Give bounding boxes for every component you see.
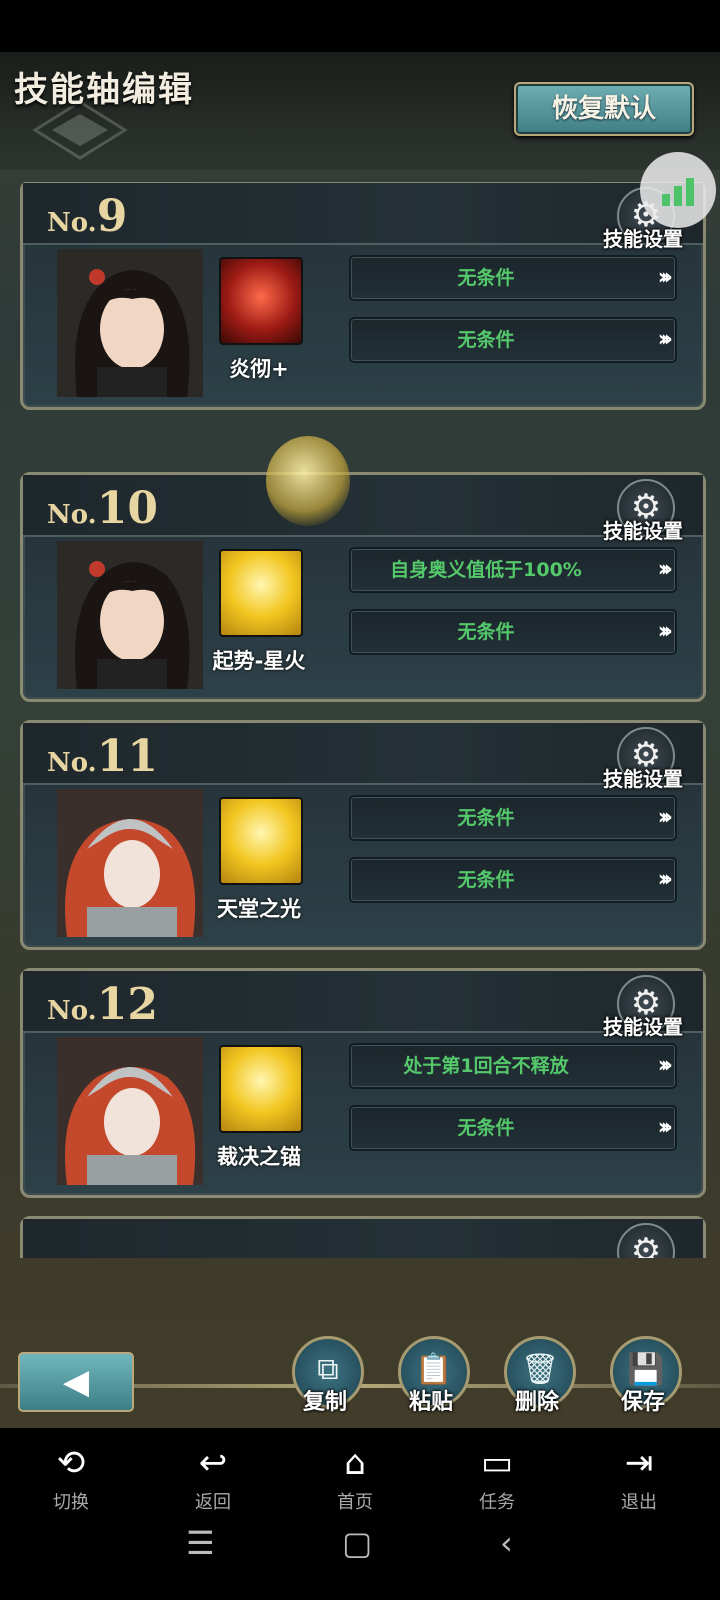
exit-button[interactable]: ⇥ 退出 bbox=[594, 1442, 684, 1514]
exit-icon: ⇥ bbox=[624, 1443, 654, 1483]
card-number: No.10 bbox=[47, 483, 158, 534]
skill-name: 炎彻+ bbox=[229, 357, 289, 381]
home-icon: ⌂ bbox=[344, 1443, 366, 1483]
top-bar: 技能轴编辑 恢复默认 bbox=[0, 52, 720, 170]
condition-row[interactable]: 无条件 ››› bbox=[349, 1105, 677, 1151]
save-button[interactable]: 保存 bbox=[603, 1384, 683, 1416]
skill-name: 天堂之光 bbox=[217, 897, 301, 921]
switch-button[interactable]: ⟲ 切换 bbox=[26, 1442, 116, 1514]
card-number: No.11 bbox=[47, 731, 158, 782]
skill-settings-button[interactable]: 技能设置 bbox=[603, 1011, 683, 1040]
card-header: No.11 ⚙ 技能设置 bbox=[23, 723, 703, 791]
character-portrait bbox=[57, 789, 203, 937]
skill-card: No.11 ⚙ 技能设置 天堂之光 无条件 ››› 无条件 ››› bbox=[20, 720, 706, 950]
card-header: No.9 ⚙ 技能设置 bbox=[23, 183, 703, 251]
tasks-button[interactable]: ▭ 任务 bbox=[452, 1442, 542, 1514]
condition-row[interactable]: 无条件 ››› bbox=[349, 317, 677, 363]
condition-row[interactable]: 无条件 ››› bbox=[349, 857, 677, 903]
back-chevron-icon[interactable]: ‹ bbox=[500, 1524, 513, 1562]
card-number: No.12 bbox=[47, 979, 158, 1030]
chevrons-right-icon: ››› bbox=[657, 619, 673, 644]
skill-card: No.12 ⚙ 技能设置 裁决之锚 处于第1回合不释放 ››› 无条件 ››› bbox=[20, 968, 706, 1198]
condition-row[interactable]: 无条件 ››› bbox=[349, 255, 677, 301]
chevrons-right-icon: ››› bbox=[657, 805, 673, 830]
skill-card: No.10 ⚙ 技能设置 起势-星火 自身奥义值低于100% ››› 无条件 ››› bbox=[20, 472, 706, 702]
skill-name: 起势-星火 bbox=[212, 649, 306, 673]
system-nav-bar: ⟲ 切换 ↩ 返回 ⌂ 首页 ▭ 任务 ⇥ 退出 ☰ ▢ ‹ bbox=[0, 1428, 720, 1600]
menu-icon[interactable]: ☰ bbox=[186, 1524, 215, 1562]
reset-default-button[interactable]: 恢复默认 bbox=[514, 82, 694, 136]
skill-settings-button[interactable]: 技能设置 bbox=[603, 763, 683, 792]
card-header: No.12 ⚙ 技能设置 bbox=[23, 971, 703, 1039]
golden-warrior-skill-icon[interactable] bbox=[219, 549, 303, 637]
tasks-icon: ▭ bbox=[480, 1443, 514, 1483]
game-screen: 技能轴编辑 恢复默认 No.9 ⚙ 技能设置 炎彻+ 无条件 ››› 无条件 ››› bbox=[0, 52, 720, 1428]
golden-warrior-skill-icon[interactable] bbox=[219, 1045, 303, 1133]
character-portrait bbox=[57, 541, 203, 689]
golden-warrior-skill-icon[interactable] bbox=[219, 797, 303, 885]
condition-row[interactable]: 无条件 ››› bbox=[349, 609, 677, 655]
back-arrow-button[interactable]: ◀ bbox=[18, 1352, 134, 1412]
chevrons-right-icon: ››› bbox=[657, 557, 673, 582]
chevrons-right-icon: ››› bbox=[657, 1053, 673, 1078]
card-number: No.9 bbox=[47, 191, 128, 242]
skill-list[interactable]: No.9 ⚙ 技能设置 炎彻+ 无条件››› 无条件››› No.10 ⚙ bbox=[0, 182, 720, 1258]
card-header: No.10 ⚙ 技能设置 bbox=[23, 475, 703, 543]
back-button[interactable]: ↩ 返回 bbox=[168, 1442, 258, 1514]
flame-sword-skill-icon[interactable] bbox=[219, 257, 303, 345]
paste-button[interactable]: 粘贴 bbox=[391, 1384, 471, 1416]
condition-row[interactable]: 无条件 ››› bbox=[349, 795, 677, 841]
skill-card: No.9 ⚙ 技能设置 炎彻+ 无条件 ››› 无条件 ››› bbox=[20, 182, 706, 410]
floating-assist-ball[interactable] bbox=[266, 436, 350, 526]
skill-settings-button[interactable]: 技能设置 bbox=[603, 515, 683, 544]
delete-button[interactable]: 删除 bbox=[497, 1384, 577, 1416]
page-title: 技能轴编辑 bbox=[14, 70, 194, 110]
card-header: ⚙ bbox=[23, 1219, 703, 1258]
chevrons-right-icon: ››› bbox=[657, 327, 673, 352]
character-portrait bbox=[57, 1037, 203, 1185]
chevrons-right-icon: ››› bbox=[657, 265, 673, 290]
chevrons-right-icon: ››› bbox=[657, 867, 673, 892]
chevrons-right-icon: ››› bbox=[657, 1115, 673, 1140]
home-button[interactable]: ⌂ 首页 bbox=[310, 1442, 400, 1514]
gear-icon[interactable]: ⚙ bbox=[617, 1223, 675, 1258]
skill-card: ⚙ bbox=[20, 1216, 706, 1258]
return-icon: ↩ bbox=[198, 1443, 228, 1483]
copy-button[interactable]: 复制 bbox=[285, 1384, 365, 1416]
switch-icon: ⟲ bbox=[56, 1443, 86, 1483]
action-bar: ◀ ⧉ 复制 📋 粘贴 🗑 删除 💾 保存 bbox=[0, 1336, 720, 1428]
square-home-icon[interactable]: ▢ bbox=[342, 1524, 372, 1562]
signal-indicator-icon[interactable] bbox=[640, 152, 716, 228]
skill-name: 裁决之锚 bbox=[217, 1145, 301, 1169]
condition-row[interactable]: 自身奥义值低于100% ››› bbox=[349, 547, 677, 593]
condition-row[interactable]: 处于第1回合不释放 ››› bbox=[349, 1043, 677, 1089]
character-portrait bbox=[57, 249, 203, 397]
